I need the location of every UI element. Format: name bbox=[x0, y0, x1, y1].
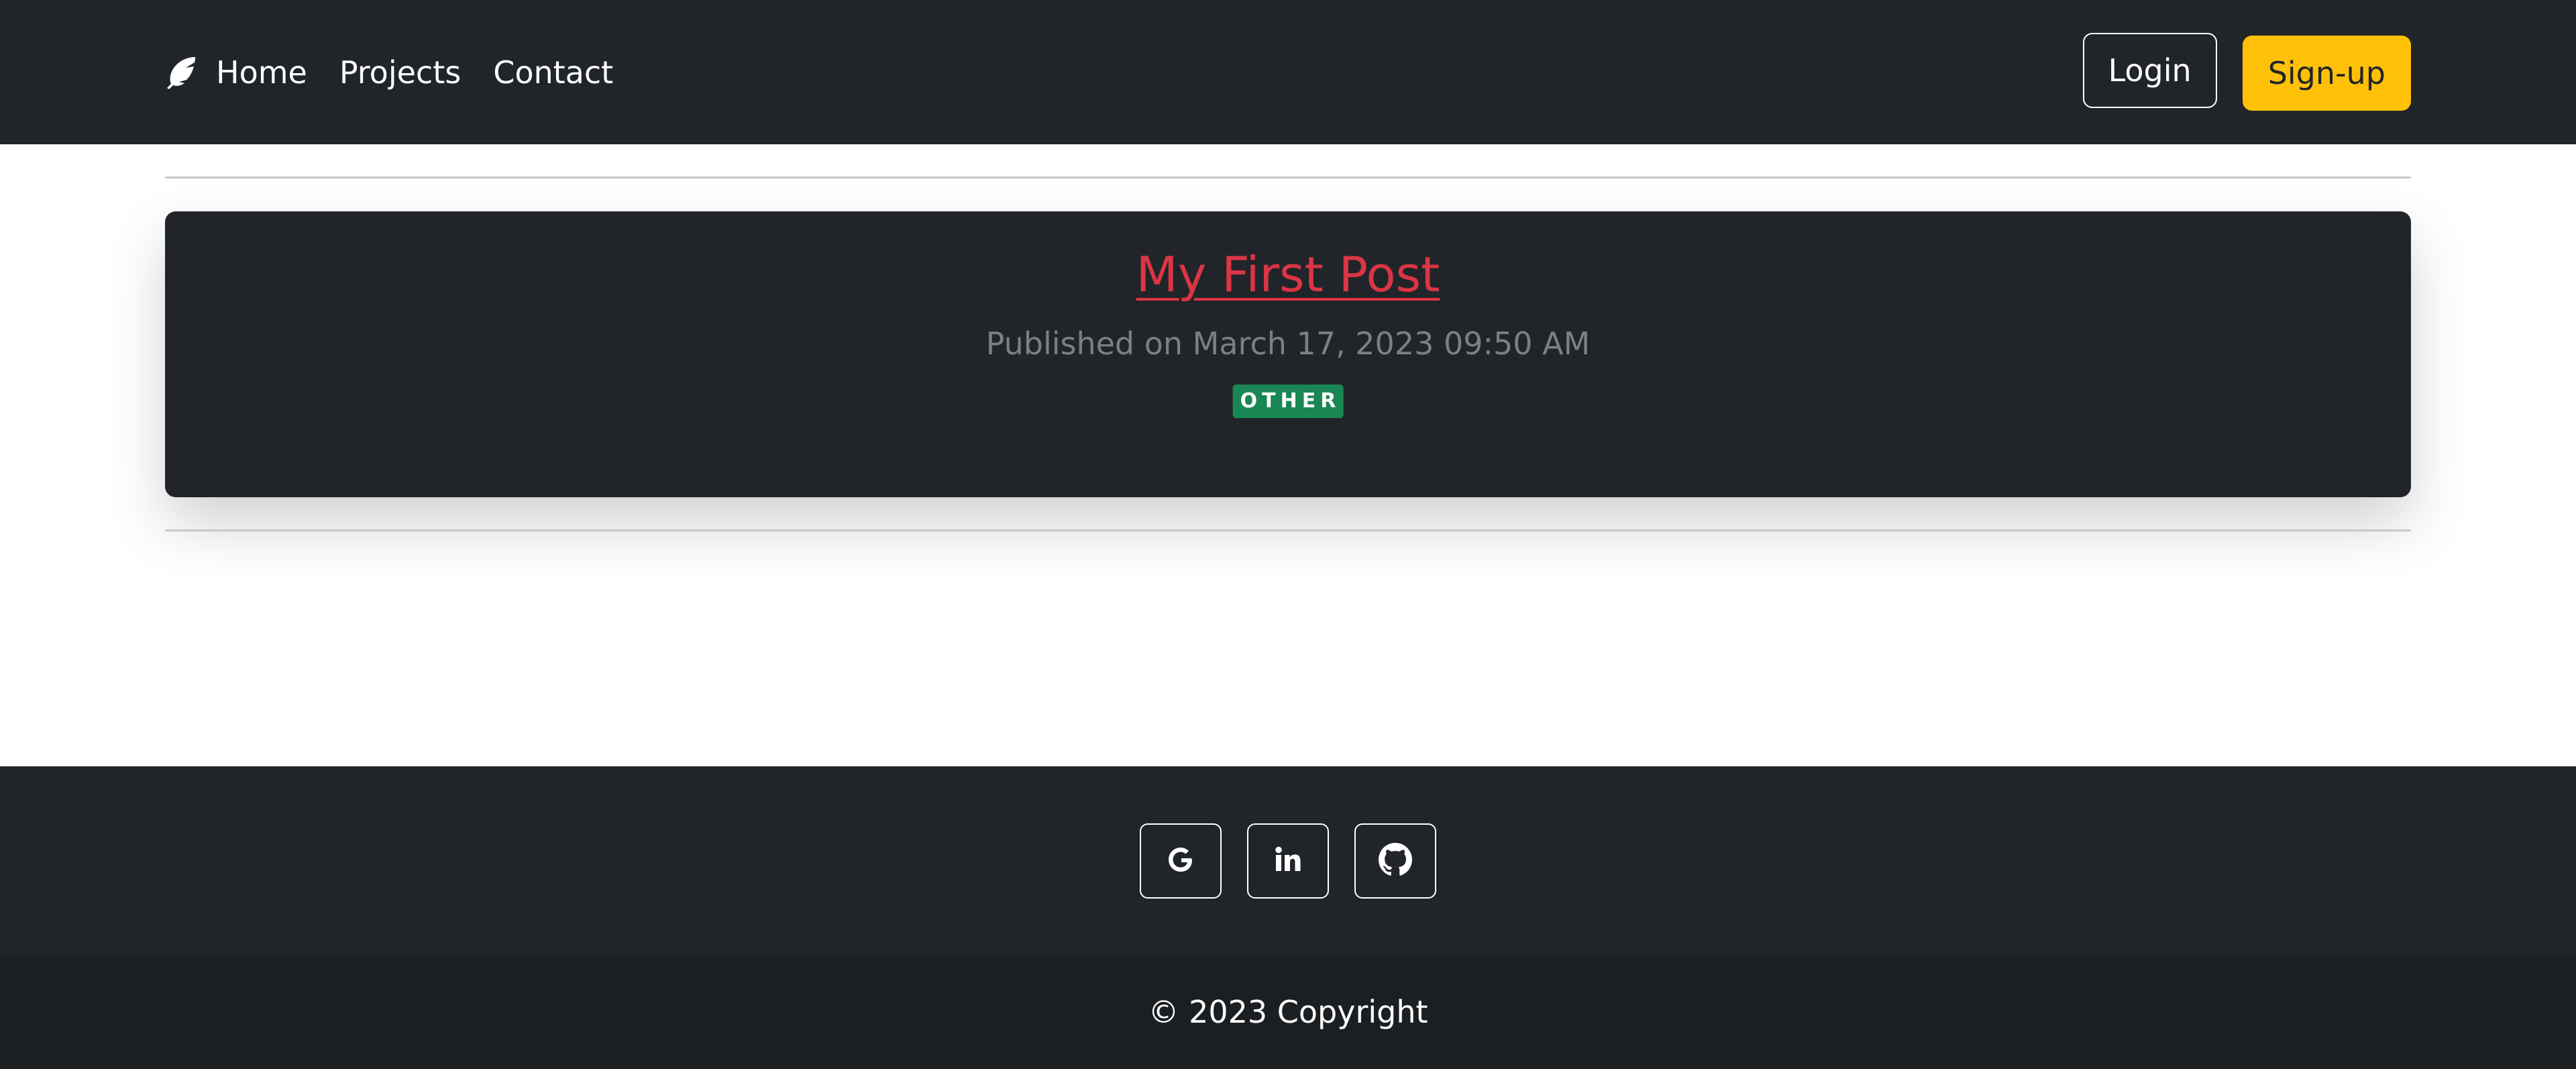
linkedin-button[interactable] bbox=[1247, 823, 1329, 899]
feather-icon[interactable] bbox=[165, 54, 199, 91]
signup-button[interactable]: Sign-up bbox=[2242, 35, 2411, 111]
github-icon bbox=[1379, 842, 1412, 879]
footer-social bbox=[0, 766, 2576, 955]
google-icon bbox=[1165, 844, 1197, 878]
divider-top bbox=[165, 176, 2411, 179]
divider-bottom bbox=[165, 529, 2411, 531]
footer-copyright: © 2023 Copyright bbox=[0, 955, 2576, 1069]
navbar: Home Projects Contact Login Sign-up bbox=[0, 0, 2576, 144]
post-tag-badge[interactable]: OTHER bbox=[1232, 385, 1344, 418]
nav-right: Login Sign-up bbox=[2082, 0, 2411, 144]
post-title-link[interactable]: My First Post bbox=[165, 246, 2411, 303]
post-published-date: Published on March 17, 2023 09:50 AM bbox=[985, 325, 1591, 362]
linkedin-icon bbox=[1272, 844, 1304, 878]
nav-link-projects[interactable]: Projects bbox=[339, 54, 461, 91]
login-button[interactable]: Login bbox=[2082, 32, 2217, 108]
nav-link-home[interactable]: Home bbox=[216, 54, 307, 91]
nav-link-contact[interactable]: Contact bbox=[493, 54, 613, 91]
nav-left: Home Projects Contact bbox=[165, 0, 645, 144]
google-button[interactable] bbox=[1140, 823, 1222, 899]
github-button[interactable] bbox=[1354, 823, 1436, 899]
post-card: My First Post Published on March 17, 202… bbox=[165, 211, 2411, 497]
